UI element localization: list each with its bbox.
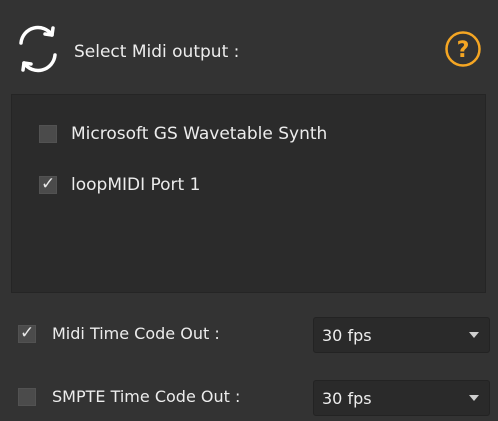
mtc-fps-value: 30 fps <box>322 326 372 345</box>
dropdown-arrow-icon <box>469 395 479 401</box>
smpte-out-checkbox[interactable] <box>18 388 36 406</box>
smpte-fps-value: 30 fps <box>322 389 372 408</box>
header-title: Select Midi output : <box>74 42 240 62</box>
check-mark-icon: ✓ <box>20 323 35 343</box>
check-mark-icon: ✓ <box>41 174 56 194</box>
device-item[interactable]: ✓ loopMIDI Port 1 <box>39 173 200 197</box>
device-item[interactable]: Microsoft GS Wavetable Synth <box>39 122 327 146</box>
smpte-out-label: SMPTE Time Code Out : <box>52 387 241 406</box>
smpte-out-row: SMPTE Time Code Out : 30 fps <box>0 377 498 417</box>
refresh-icon[interactable] <box>15 23 61 75</box>
panel-header: Select Midi output : ? <box>0 0 498 92</box>
device-label: Microsoft GS Wavetable Synth <box>71 124 328 144</box>
device-checkbox[interactable]: ✓ <box>39 174 57 194</box>
device-label: loopMIDI Port 1 <box>71 175 201 195</box>
midi-output-panel: Select Midi output : ? Microsoft GS Wave… <box>0 0 498 421</box>
mtc-out-checkbox[interactable]: ✓ <box>18 323 36 343</box>
smpte-fps-select[interactable]: 30 fps <box>313 380 490 416</box>
midi-device-list: Microsoft GS Wavetable Synth ✓ loopMIDI … <box>11 94 486 293</box>
mtc-out-label: Midi Time Code Out : <box>52 324 220 343</box>
device-checkbox[interactable] <box>39 125 57 143</box>
mtc-fps-select[interactable]: 30 fps <box>313 317 490 353</box>
help-icon[interactable]: ? <box>444 30 482 68</box>
dropdown-arrow-icon <box>469 332 479 338</box>
mtc-out-row: ✓ Midi Time Code Out : 30 fps <box>0 314 498 354</box>
help-symbol: ? <box>457 38 470 63</box>
